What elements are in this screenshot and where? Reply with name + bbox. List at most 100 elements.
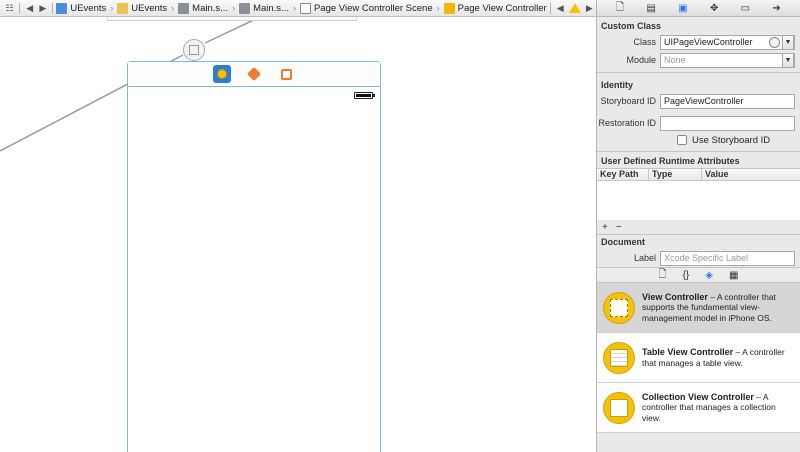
restoration-id-field[interactable] xyxy=(660,115,795,131)
column-header[interactable]: Key Path xyxy=(597,169,649,180)
breadcrumb-group[interactable]: UEvents xyxy=(117,2,168,14)
class-value: UIPageViewController xyxy=(664,37,753,47)
restoration-id-label: Restoration ID xyxy=(598,118,656,128)
breadcrumb-controller[interactable]: Page View Controller xyxy=(443,2,547,14)
chevron-right-icon: › xyxy=(292,3,296,13)
library-tabs: 🗋 {} ◈ ▦ xyxy=(597,267,800,283)
first-responder-icon[interactable] xyxy=(245,65,263,83)
column-header[interactable]: Value xyxy=(702,169,800,180)
divider xyxy=(549,2,551,14)
back-arrow-icon[interactable]: ◀ xyxy=(23,1,36,15)
restoration-id-row: Restoration ID xyxy=(597,114,800,132)
attribute-controls: + − xyxy=(597,220,800,234)
chevron-right-icon: › xyxy=(110,3,114,13)
use-storyboard-id-row: Use Storyboard ID xyxy=(597,132,800,148)
collection-view-controller-icon xyxy=(603,391,635,424)
library-item-text: Table View Controller – A controller tha… xyxy=(642,347,794,368)
document-header: Document xyxy=(601,237,646,247)
module-combobox[interactable]: None ▼ xyxy=(660,52,795,68)
size-inspector-icon[interactable]: ▭ xyxy=(741,3,750,14)
custom-class-header: Custom Class xyxy=(601,21,662,31)
storyboard-icon xyxy=(178,2,190,14)
media-library-icon[interactable]: ▦ xyxy=(729,270,738,281)
divider xyxy=(597,151,800,152)
breadcrumb-storyboard[interactable]: Main.s... xyxy=(178,2,229,14)
quick-help-icon[interactable]: ▤ xyxy=(646,3,655,14)
storyboard-id-row: Storyboard ID PageViewController xyxy=(597,92,800,110)
breadcrumb-label: UEvents xyxy=(70,2,107,14)
chevron-right-icon: › xyxy=(171,3,175,13)
divider xyxy=(52,2,54,14)
connections-inspector-icon[interactable]: ➔ xyxy=(772,3,780,14)
use-storyboard-id-label: Use Storyboard ID xyxy=(692,134,771,146)
class-row: Class UIPageViewController ▼ xyxy=(597,33,800,51)
library-item-table-view-controller[interactable]: Table View Controller – A controller tha… xyxy=(597,333,800,383)
library-item-name: View Controller xyxy=(642,291,708,302)
file-inspector-icon[interactable]: 🗋 xyxy=(616,0,624,17)
scene-icon xyxy=(299,2,311,14)
warning-icon[interactable] xyxy=(568,3,581,13)
library-item-collection-view-controller[interactable]: Collection View Controller – A controlle… xyxy=(597,383,800,433)
project-icon xyxy=(56,2,68,14)
document-label-label: Label xyxy=(633,253,656,263)
runtime-attributes-header: User Defined Runtime Attributes xyxy=(601,156,740,166)
scene-dock xyxy=(128,62,380,87)
class-label: Class xyxy=(633,37,656,47)
page-view-controller-scene[interactable] xyxy=(127,61,381,452)
divider xyxy=(597,72,800,73)
breadcrumb-label: Main.s... xyxy=(192,2,229,14)
breadcrumb-storyboard-base[interactable]: Main.s... xyxy=(239,2,289,14)
navigate-arrow-icon[interactable] xyxy=(769,36,780,48)
object-library-icon[interactable]: ◈ xyxy=(705,270,713,281)
module-label: Module xyxy=(626,55,656,65)
breadcrumb-label: UEvents xyxy=(131,2,168,14)
utilities-panel: 🗋 ▤ ▣ ✥ ▭ ➔ Custom Class Class UIPageVie… xyxy=(596,0,800,452)
library-item-name: Table View Controller xyxy=(642,347,734,357)
library-item-view-controller[interactable]: View Controller – A controller that supp… xyxy=(597,283,800,333)
scene-above xyxy=(107,17,357,21)
column-header[interactable]: Type xyxy=(649,169,702,180)
storyboard-canvas[interactable] xyxy=(0,17,596,452)
library-item-text: View Controller – A controller that supp… xyxy=(642,292,794,324)
file-template-library-icon[interactable]: 🗋 xyxy=(659,267,667,284)
attributes-inspector-icon[interactable]: ✥ xyxy=(710,3,718,14)
breadcrumb-label: Main.s... xyxy=(253,2,289,14)
document-label-row: Label Xcode Specific Label xyxy=(597,249,800,267)
next-issue-icon[interactable]: ▶ xyxy=(583,1,596,15)
view-controller-icon[interactable] xyxy=(213,65,231,83)
storyboard-id-field[interactable]: PageViewController xyxy=(660,93,795,109)
remove-attribute-button[interactable]: − xyxy=(616,222,622,233)
jump-bar: ☷ ◀ ▶ UEvents › UEvents › Main.s... › Ma… xyxy=(0,0,596,17)
chevron-down-icon[interactable]: ▼ xyxy=(782,34,794,50)
use-storyboard-id-checkbox[interactable] xyxy=(677,135,687,145)
code-snippet-library-icon[interactable]: {} xyxy=(683,270,690,281)
document-label-field[interactable]: Xcode Specific Label xyxy=(660,250,795,266)
module-placeholder: None xyxy=(664,55,686,65)
runtime-attributes-table[interactable]: Key Path Type Value xyxy=(597,168,800,220)
breadcrumb-project[interactable]: UEvents xyxy=(56,2,107,14)
related-items-icon[interactable]: ☷ xyxy=(3,1,16,15)
identity-inspector-icon[interactable]: ▣ xyxy=(678,3,687,14)
chevron-right-icon: › xyxy=(436,3,440,13)
breadcrumb-scene[interactable]: Page View Controller Scene xyxy=(299,2,433,14)
inspector-tabs: 🗋 ▤ ▣ ✥ ▭ ➔ xyxy=(597,0,800,17)
table-view-controller-icon xyxy=(603,341,635,374)
folder-icon xyxy=(117,2,129,14)
library-item-name: Collection View Controller xyxy=(642,391,754,402)
page-view-controller-icon xyxy=(443,2,455,14)
battery-icon xyxy=(354,92,375,99)
exit-icon[interactable] xyxy=(277,65,295,83)
chevron-right-icon: › xyxy=(232,3,236,13)
segue-icon[interactable] xyxy=(183,39,205,61)
storyboard-id-label: Storyboard ID xyxy=(600,96,656,106)
forward-arrow-icon[interactable]: ▶ xyxy=(36,1,49,15)
storyboard-icon xyxy=(239,2,251,14)
breadcrumb-label: Page View Controller Scene xyxy=(313,2,433,14)
class-combobox[interactable]: UIPageViewController ▼ xyxy=(660,34,795,50)
add-attribute-button[interactable]: + xyxy=(602,222,608,233)
breadcrumb-label: Page View Controller xyxy=(457,2,547,14)
identity-header: Identity xyxy=(601,80,634,90)
chevron-down-icon[interactable]: ▼ xyxy=(782,52,794,68)
module-row: Module None ▼ xyxy=(597,51,800,69)
previous-issue-icon[interactable]: ◀ xyxy=(554,1,567,15)
